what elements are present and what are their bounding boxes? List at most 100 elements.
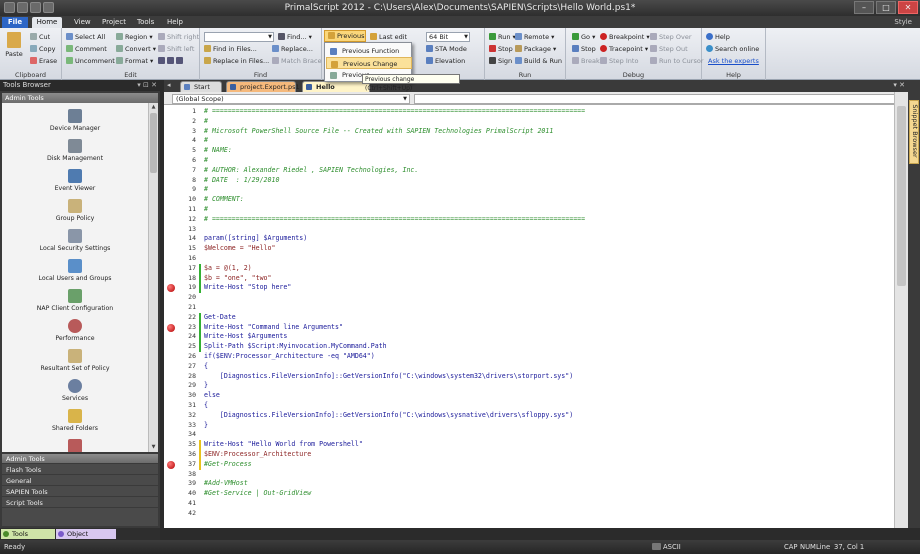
build-run-button[interactable]: Build & Run	[515, 56, 562, 66]
tab-start-page[interactable]: Start page	[180, 81, 222, 101]
elevation-button[interactable]: Elevation	[426, 56, 465, 66]
code-editor[interactable]: 1 # =====================================…	[164, 105, 908, 528]
breakpoint-button[interactable]: Breakpoint ▾	[600, 32, 650, 42]
pin-icon[interactable]: ▾ ⊡ ✕	[137, 80, 157, 91]
sign-button[interactable]: Sign	[489, 56, 512, 66]
match-brace-button[interactable]: Match Brace	[272, 56, 322, 66]
replace-button[interactable]: Replace...	[272, 44, 313, 54]
tab-tools-browser[interactable]: Tools Browser	[1, 529, 55, 548]
tab-menu-icon[interactable]: ◂	[167, 81, 171, 89]
category-general[interactable]: General	[2, 476, 158, 486]
code-line[interactable]: 26 if($ENV:Processor_Architecture -eq "AM…	[164, 352, 908, 362]
tool-disk-management[interactable]: Disk Management	[2, 137, 148, 167]
paste-button[interactable]: Paste	[4, 32, 24, 58]
code-line[interactable]: 4 #	[164, 136, 908, 146]
shift-right-button[interactable]: Shift right	[158, 32, 199, 42]
help-button[interactable]: Help	[706, 32, 730, 42]
tool-group-policy[interactable]: Group Policy	[2, 197, 148, 227]
convert-button[interactable]: Convert ▾	[116, 44, 156, 54]
run-stop-button[interactable]: Stop	[489, 44, 513, 54]
close-document-icon[interactable]: ▾ ✕	[893, 81, 905, 89]
comment-button[interactable]: Comment	[66, 44, 107, 54]
menu-item-previous-function[interactable]: Previous Function	[326, 45, 412, 57]
tool-services[interactable]: Services	[2, 377, 148, 407]
format-button[interactable]: Format ▾	[116, 56, 153, 66]
tool-performance[interactable]: Performance	[2, 317, 148, 347]
tab-snippet-browser[interactable]: Snippet Browser	[909, 100, 919, 164]
tab-tools[interactable]: Tools	[133, 17, 158, 28]
editor-scrollbar[interactable]	[894, 92, 908, 528]
find-in-files-button[interactable]: Find in Files...	[204, 44, 257, 54]
code-line[interactable]: 32 [Diagnostics.FileVersionInfo]::GetVer…	[164, 411, 908, 421]
scope-dropdown[interactable]: (Global Scope) ▼	[172, 94, 410, 104]
code-line[interactable]: 36 $ENV:Processor_Architecture	[164, 450, 908, 460]
member-dropdown[interactable]: ▼	[414, 94, 904, 104]
copy-button[interactable]: Copy	[30, 44, 56, 54]
code-line[interactable]: 17 $a = @(1, 2)	[164, 263, 908, 274]
breakpoint-icon[interactable]	[167, 323, 175, 332]
scroll-down-icon[interactable]: ▼	[149, 443, 158, 452]
code-line[interactable]: 11 #	[164, 205, 908, 215]
code-line[interactable]: 18 $b = "one", "two"	[164, 273, 908, 284]
remote-button[interactable]: Remote ▾	[515, 32, 554, 42]
tool-event-viewer[interactable]: Event Viewer	[2, 167, 148, 197]
close-button[interactable]: ✕	[898, 1, 918, 14]
tool-resultant-set-of-policy[interactable]: Resultant Set of Policy	[2, 347, 148, 377]
select-all-button[interactable]: Select All	[66, 32, 105, 42]
code-line[interactable]: 40 #Get-Service | Out-GridView	[164, 489, 908, 499]
code-line[interactable]: 9 #	[164, 185, 908, 195]
style-menu[interactable]: Style	[890, 17, 916, 28]
last-edit-button[interactable]: Last edit	[370, 32, 407, 42]
tab-hello-world[interactable]: Hello World.ps1 *	[302, 81, 370, 101]
run-to-cursor-button[interactable]: Run to Cursor	[650, 56, 704, 66]
code-line[interactable]: 3 # Microsoft PowerShell Source File -- C…	[164, 127, 908, 137]
maximize-button[interactable]: □	[876, 1, 896, 14]
erase-button[interactable]: Erase	[30, 56, 57, 66]
code-line[interactable]: 10 # COMMENT:	[164, 195, 908, 205]
code-line[interactable]: 33}	[164, 421, 908, 431]
tab-project-export[interactable]: project.Export.ps1	[226, 81, 300, 92]
code-line[interactable]: 20	[164, 293, 908, 303]
category-sapien-tools[interactable]: SAPIEN Tools	[2, 487, 158, 497]
cut-button[interactable]: Cut	[30, 32, 50, 42]
debug-stop-button[interactable]: Stop	[572, 44, 596, 54]
breakpoint-icon[interactable]	[167, 460, 175, 469]
break-button[interactable]: Break	[572, 56, 600, 66]
step-into-button[interactable]: Step Into	[600, 56, 638, 66]
scroll-thumb[interactable]	[897, 106, 906, 286]
replace-in-files-button[interactable]: Replace in Files...	[204, 56, 269, 66]
code-line[interactable]: 19 Write-Host "Stop here"	[164, 283, 908, 294]
code-line[interactable]: 25 Split-Path $Script:Myinvocation.MyComm…	[164, 342, 908, 352]
search-online-button[interactable]: Search online	[706, 44, 759, 54]
edit-extra-buttons[interactable]	[158, 56, 185, 66]
uncomment-button[interactable]: Uncomment	[66, 56, 115, 66]
code-line[interactable]: 2 #	[164, 117, 908, 127]
code-line[interactable]: 34	[164, 430, 908, 440]
code-line[interactable]: 24 Write-Host $Arguments	[164, 332, 908, 343]
code-line[interactable]: 15 $Welcome = "Hello"	[164, 244, 908, 254]
file-tab[interactable]: File	[2, 17, 28, 28]
code-line[interactable]: 37 #Get-Process	[164, 459, 908, 470]
tool-device-manager[interactable]: Device Manager	[2, 107, 148, 137]
minimize-button[interactable]: –	[854, 1, 874, 14]
code-line[interactable]: 29}	[164, 381, 908, 391]
scroll-up-icon[interactable]: ▲	[149, 103, 158, 112]
tool-local-users-groups[interactable]: Local Users and Groups	[2, 257, 148, 287]
breakpoint-icon[interactable]	[167, 284, 175, 293]
category-flash-tools[interactable]: Flash Tools	[2, 465, 158, 475]
code-line[interactable]: 27 {	[164, 362, 908, 372]
find-button[interactable]: Find... ▾	[278, 32, 312, 42]
tab-help[interactable]: Help	[163, 17, 187, 28]
code-line[interactable]: 42	[164, 509, 908, 519]
tab-object-browser[interactable]: Object Browser	[56, 529, 116, 548]
code-line[interactable]: 6 #	[164, 156, 908, 166]
category-admin-tools[interactable]: Admin Tools	[2, 454, 158, 464]
code-line[interactable]: 30 else	[164, 391, 908, 401]
menu-item-previous-change[interactable]: Previous Change	[326, 57, 412, 69]
tool-partial[interactable]	[2, 437, 148, 452]
tracepoint-button[interactable]: Tracepoint ▾	[600, 44, 648, 54]
code-line[interactable]: 23 Write-Host "Command line Arguments"	[164, 322, 908, 333]
tool-shared-folders[interactable]: Shared Folders	[2, 407, 148, 437]
code-line[interactable]: 14 param([string] $Arguments)	[164, 234, 908, 244]
code-line[interactable]: 41	[164, 499, 908, 509]
